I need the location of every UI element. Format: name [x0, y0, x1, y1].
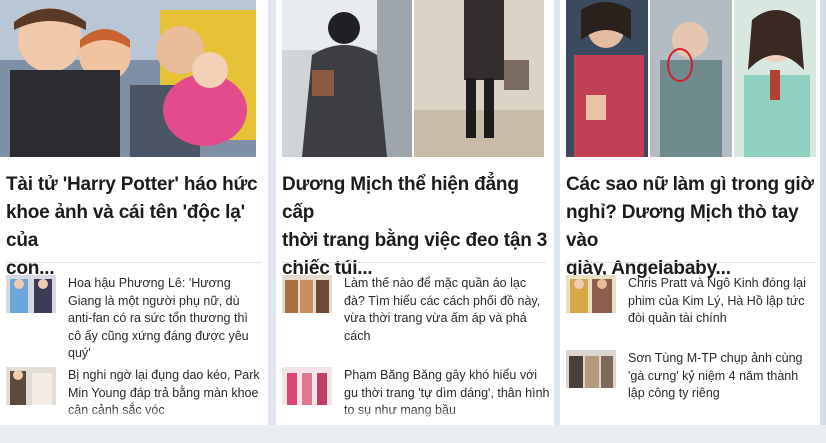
related-thumbnail[interactable]	[282, 367, 332, 405]
headline[interactable]: Các sao nữ làm gì trong giờ nghỉ? Dương …	[566, 171, 820, 283]
related-title[interactable]: Chris Pratt và Ngô Kinh đóng lại phim củ…	[628, 275, 816, 328]
headline-line: nghỉ? Dương Mịch thò tay vào	[566, 202, 799, 251]
divider	[6, 262, 262, 263]
related-title[interactable]: Sơn Tùng M-TP chụp ảnh cùng 'gà cưng' kỷ…	[628, 350, 816, 403]
headline-line: khoe ảnh và cái tên 'độc lạ' của	[6, 202, 245, 251]
related-article[interactable]: Chris Pratt và Ngô Kinh đóng lại phim củ…	[566, 275, 816, 328]
headline[interactable]: Tài tử 'Harry Potter' háo hức khoe ảnh v…	[6, 171, 264, 283]
related-title[interactable]: Hoa hậu Phương Lê: 'Hương Giang là một n…	[68, 275, 264, 363]
article-image-3[interactable]	[566, 0, 816, 157]
headline-line: Tài tử 'Harry Potter' háo hức	[6, 174, 258, 195]
photo-actress-1	[566, 0, 648, 157]
right-edge	[820, 0, 826, 443]
headline-line: Các sao nữ làm gì trong giờ	[566, 174, 814, 195]
photo-group	[0, 0, 256, 157]
related-article[interactable]: Hoa hậu Phương Lê: 'Hương Giang là một n…	[6, 275, 264, 363]
photo-actress-2	[650, 0, 732, 157]
related-thumbnail[interactable]	[6, 275, 56, 313]
photo-indoor	[414, 0, 544, 157]
related-article[interactable]: Làm thế nào để mặc quần áo lạc đà? Tìm h…	[282, 275, 550, 345]
photo-actress-3	[734, 0, 816, 157]
article-image-2[interactable]	[282, 0, 544, 157]
related-title[interactable]: Làm thế nào để mặc quần áo lạc đà? Tìm h…	[344, 275, 550, 345]
divider	[566, 262, 816, 263]
photo-street	[282, 0, 412, 157]
headline[interactable]: Dương Mịch thể hiện đẳng cấp thời trang …	[282, 171, 550, 283]
related-article[interactable]: Sơn Tùng M-TP chụp ảnh cùng 'gà cưng' kỷ…	[566, 350, 816, 403]
related-thumbnail[interactable]	[282, 275, 332, 313]
headline-line: thời trang bằng việc đeo tận 3	[282, 230, 548, 251]
related-thumbnail[interactable]	[566, 350, 616, 388]
bottom-band	[0, 425, 826, 443]
related-thumbnail[interactable]	[566, 275, 616, 313]
article-card-1[interactable]: Tài tử 'Harry Potter' háo hức khoe ảnh v…	[0, 0, 268, 425]
divider	[282, 262, 546, 263]
headline-line: Dương Mịch thể hiện đẳng cấp	[282, 174, 519, 223]
article-card-2[interactable]: Dương Mịch thể hiện đẳng cấp thời trang …	[276, 0, 554, 425]
related-thumbnail[interactable]	[6, 367, 56, 405]
article-image-1[interactable]	[0, 0, 256, 157]
article-card-3[interactable]: Các sao nữ làm gì trong giờ nghỉ? Dương …	[560, 0, 822, 425]
